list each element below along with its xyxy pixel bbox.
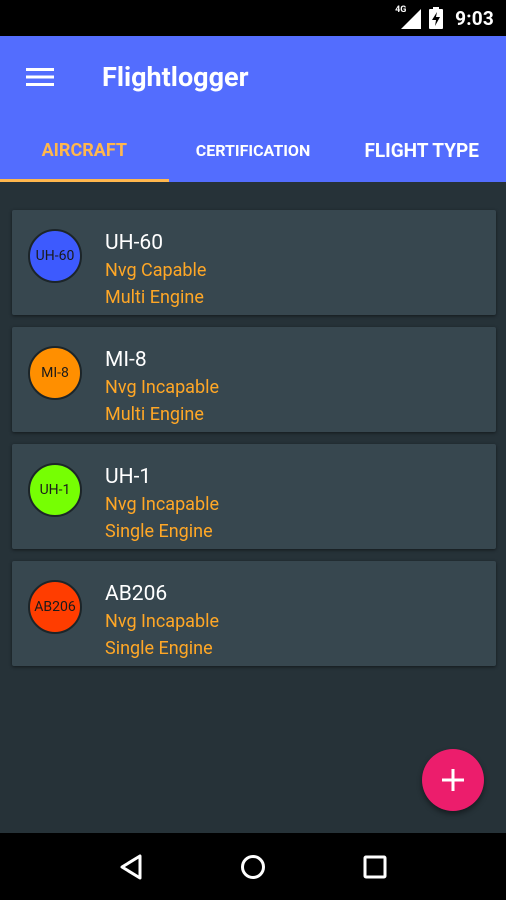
avatar-label: UH-60 — [35, 248, 75, 264]
avatar-label: UH-1 — [39, 482, 71, 498]
aircraft-name: MI-8 — [105, 348, 147, 372]
network-indicator: 4G — [395, 5, 422, 29]
aircraft-card[interactable]: UH-60 UH-60 Nvg Capable Multi Engine — [12, 210, 496, 315]
app-bar: Flightlogger AIRCRAFT CERTIFICATION FLIG… — [0, 36, 506, 182]
aircraft-card[interactable]: AB206 AB206 Nvg Incapable Single Engine — [12, 561, 496, 666]
tab-label: AIRCRAFT — [41, 139, 128, 161]
recents-button[interactable] — [345, 837, 405, 897]
aircraft-card[interactable]: UH-1 UH-1 Nvg Incapable Single Engine — [12, 444, 496, 549]
aircraft-engine: Single Engine — [105, 521, 213, 542]
recents-icon — [363, 855, 387, 878]
menu-button[interactable] — [0, 36, 80, 118]
tab-label: CERTIFICATION — [195, 140, 311, 160]
aircraft-engine: Single Engine — [105, 638, 213, 659]
aircraft-nvg: Nvg Capable — [105, 260, 207, 281]
aircraft-nvg: Nvg Incapable — [105, 377, 219, 398]
aircraft-engine: Multi Engine — [105, 287, 204, 308]
avatar-label: MI-8 — [41, 365, 69, 381]
system-nav-bar — [0, 833, 506, 900]
aircraft-nvg: Nvg Incapable — [105, 494, 219, 515]
app-title: Flightlogger — [102, 61, 249, 93]
status-bar: 4G 9:03 — [0, 0, 506, 36]
add-aircraft-button[interactable] — [422, 749, 484, 811]
tab-aircraft[interactable]: AIRCRAFT — [0, 118, 169, 182]
aircraft-avatar: UH-60 — [28, 229, 82, 283]
tab-indicator — [0, 179, 169, 182]
battery-charging-icon — [429, 7, 444, 29]
aircraft-list: UH-60 UH-60 Nvg Capable Multi Engine MI-… — [12, 210, 496, 678]
aircraft-avatar: UH-1 — [28, 463, 82, 517]
aircraft-name: UH-60 — [105, 231, 164, 255]
aircraft-avatar: MI-8 — [28, 346, 82, 400]
aircraft-avatar: AB206 — [28, 580, 82, 634]
home-button[interactable] — [223, 837, 283, 897]
aircraft-card[interactable]: MI-8 MI-8 Nvg Incapable Multi Engine — [12, 327, 496, 432]
signal-icon — [401, 9, 422, 29]
aircraft-name: AB206 — [105, 582, 168, 606]
back-button[interactable] — [101, 837, 161, 897]
avatar-label: AB206 — [34, 599, 76, 615]
aircraft-name: UH-1 — [105, 465, 152, 489]
aircraft-nvg: Nvg Incapable — [105, 611, 219, 632]
hamburger-menu-icon — [26, 68, 54, 86]
back-icon — [120, 854, 142, 879]
tab-label: FLIGHT TYPE — [364, 138, 479, 162]
plus-icon — [442, 769, 464, 791]
tab-certification[interactable]: CERTIFICATION — [169, 118, 338, 182]
aircraft-engine: Multi Engine — [105, 404, 204, 425]
clock: 9:03 — [455, 6, 494, 30]
tab-bar: AIRCRAFT CERTIFICATION FLIGHT TYPE — [0, 118, 506, 182]
home-icon — [241, 854, 265, 879]
tab-flight-type[interactable]: FLIGHT TYPE — [337, 118, 506, 182]
